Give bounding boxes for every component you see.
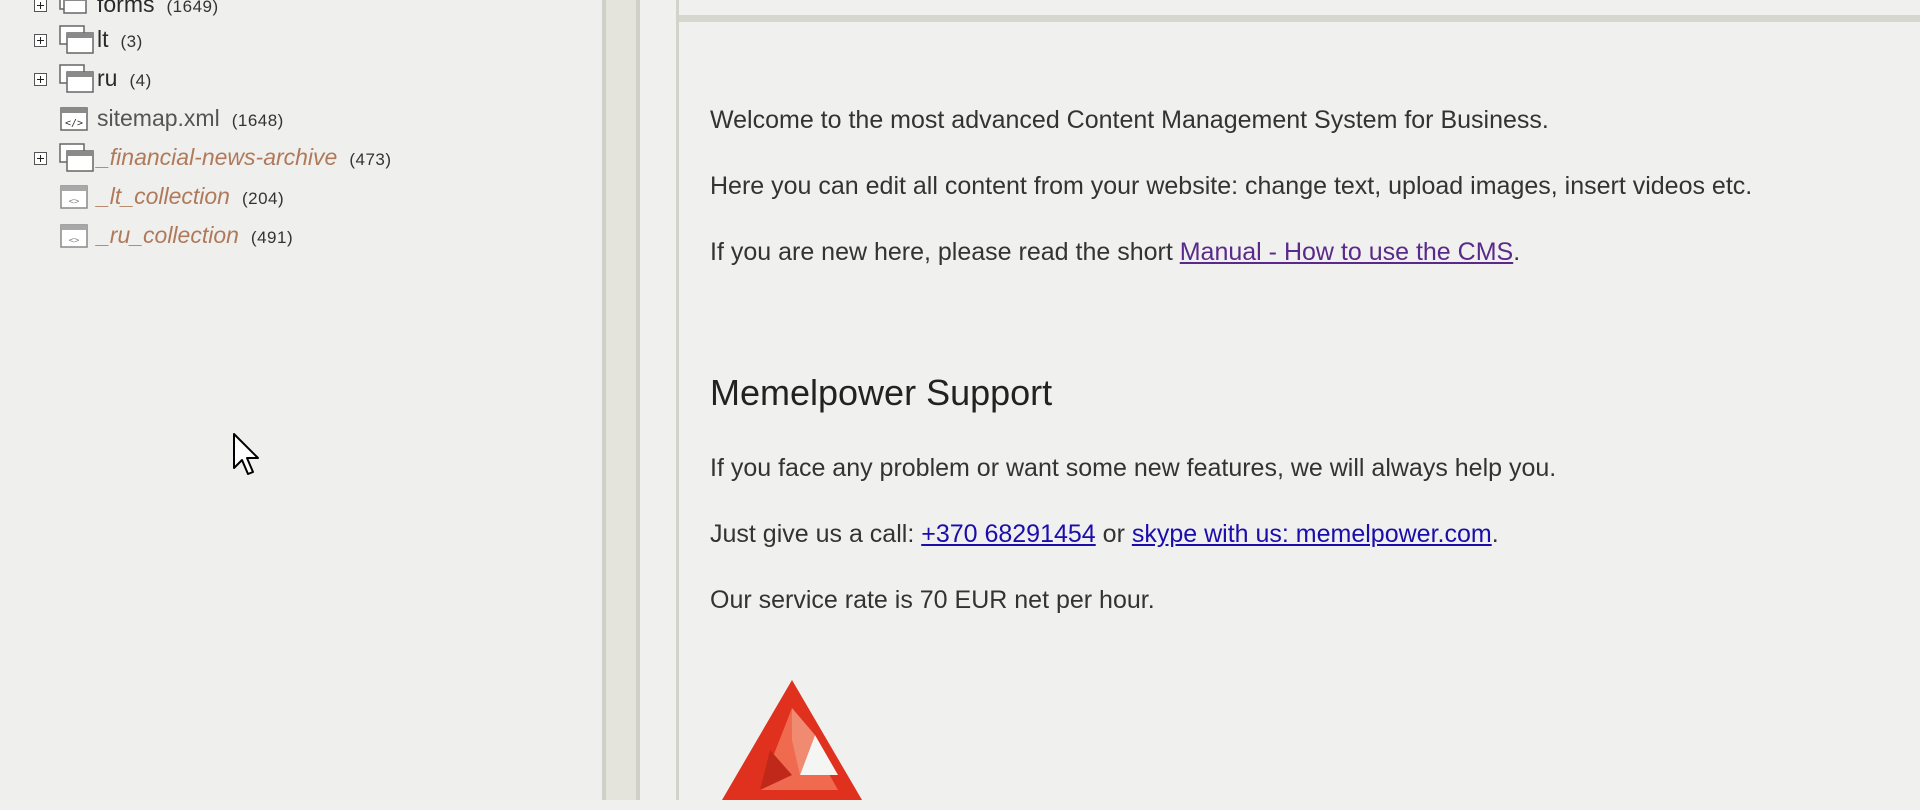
expand-plus-icon[interactable] [34, 151, 47, 165]
svg-text:<>: <> [69, 236, 80, 246]
edit-info-text: Here you can edit all content from your … [710, 172, 1753, 200]
tree-item-lt-collection[interactable]: <> _lt_collection (204) [0, 182, 560, 212]
page-icon: <> [60, 224, 88, 248]
call-paragraph: Just give us a call: +370 68291454 or sk… [710, 520, 1499, 548]
memelpower-logo-icon [722, 680, 862, 800]
tree-item-label[interactable]: lt (3) [97, 24, 143, 57]
svg-text:</>: </> [65, 118, 83, 129]
tree-item-forms[interactable]: forms (1649) [0, 0, 560, 20]
folder-stack-icon [59, 25, 94, 54]
content-top-border [679, 15, 1920, 22]
tree-item-financial-news-archive[interactable]: _financial-news-archive (473) [0, 143, 560, 173]
panel-splitter[interactable] [602, 0, 640, 800]
expand-plus-icon[interactable] [34, 33, 47, 47]
folder-stack-icon [59, 0, 87, 14]
tree-item-label[interactable]: forms (1649) [97, 0, 219, 22]
tree-item-lt[interactable]: lt (3) [0, 25, 560, 55]
tree-item-ru-collection[interactable]: <> _ru_collection (491) [0, 221, 560, 251]
support-heading: Memelpower Support [710, 372, 1053, 413]
manual-paragraph: If you are new here, please read the sho… [710, 238, 1521, 266]
page-icon: <> [60, 185, 88, 209]
content-left-border [676, 0, 679, 800]
folder-stack-icon [59, 143, 94, 172]
tree-item-label[interactable]: ru (4) [97, 63, 152, 96]
xml-file-icon: </> [60, 107, 88, 131]
tree-item-sitemap[interactable]: </> sitemap.xml (1648) [0, 104, 560, 134]
site-tree-panel: forms (1649) lt (3) ru (4) </> sitemap.x… [0, 0, 602, 800]
mouse-pointer-icon [233, 433, 259, 475]
svg-text:<>: <> [69, 197, 80, 207]
tree-item-label[interactable]: _financial-news-archive (473) [97, 142, 392, 175]
service-rate-text: Our service rate is 70 EUR net per hour. [710, 586, 1155, 614]
phone-link[interactable]: +370 68291454 [921, 520, 1096, 548]
support-text: If you face any problem or want some new… [710, 454, 1557, 482]
tree-item-ru[interactable]: ru (4) [0, 64, 560, 94]
manual-link[interactable]: Manual - How to use the CMS [1180, 238, 1513, 266]
tree-item-label[interactable]: _lt_collection (204) [97, 181, 284, 214]
tree-item-label[interactable]: sitemap.xml (1648) [97, 103, 284, 136]
skype-link[interactable]: skype with us: memelpower.com [1132, 520, 1492, 548]
expand-plus-icon[interactable] [34, 72, 47, 86]
welcome-text: Welcome to the most advanced Content Man… [710, 106, 1549, 134]
tree-item-label[interactable]: _ru_collection (491) [97, 220, 293, 253]
folder-stack-icon [59, 64, 94, 93]
expand-plus-icon[interactable] [34, 0, 47, 12]
